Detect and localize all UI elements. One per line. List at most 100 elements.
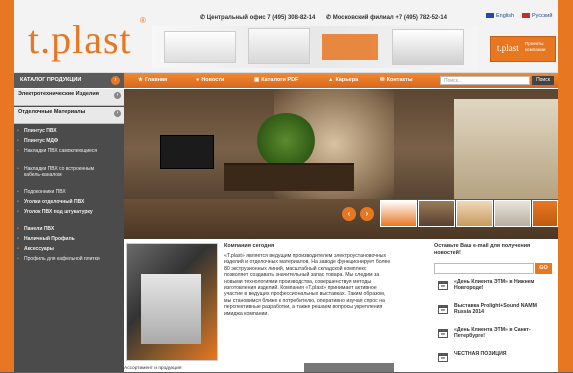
slider-thumbnail[interactable]: [418, 200, 455, 227]
sidebar-item[interactable]: • Накладки ПВХ самоклеющиеся: [14, 148, 104, 154]
bullet-icon: •: [17, 166, 19, 172]
search-button[interactable]: Поиск: [532, 76, 554, 85]
logo[interactable]: t.plast ®: [22, 8, 146, 68]
product-image: [248, 28, 310, 64]
sidebar-item-label[interactable]: Подоконники ПВХ: [24, 189, 66, 195]
lang-english-label[interactable]: English: [496, 13, 514, 19]
calendar-icon: [438, 305, 448, 314]
news-item-text[interactable]: «День Клиента ЭТМ» в Санкт-Петербурге!: [454, 327, 554, 340]
site-header: t.plast ® ✆ Центральный офис 7 (495) 308…: [14, 0, 558, 73]
sidebar-item[interactable]: • Плинтус ПВХ: [14, 128, 124, 134]
sidebar-item-label[interactable]: Профиль для кафельной плитки: [24, 256, 100, 262]
lang-english[interactable]: English: [486, 13, 514, 19]
phone-central-text: Центральный офис 7 (495) 308-82-14: [206, 15, 316, 21]
bullet-icon: •: [17, 256, 19, 262]
nav-home-label[interactable]: Главная: [145, 77, 167, 83]
nav-career-label[interactable]: Карьера: [335, 77, 358, 83]
registered-mark: ®: [140, 16, 146, 25]
pdf-icon: ▣: [254, 77, 260, 83]
sidebar-item[interactable]: • Профиль для кафельной плитки: [14, 256, 104, 262]
slider-next-arrow-icon[interactable]: ›: [360, 207, 374, 221]
hero-slider: ‹ ›: [124, 89, 558, 239]
bullet-icon: •: [17, 138, 19, 144]
news-item[interactable]: Выставка Prolight+Sound NAMM Russia 2014: [436, 303, 556, 325]
nav-catalogs-label[interactable]: Каталоги PDF: [261, 77, 298, 83]
news-item-text[interactable]: «День Клиента ЭТМ» в Нижнем Новгороде!: [454, 279, 554, 292]
hero-image-plant: [256, 113, 316, 168]
sidebar-item-label[interactable]: Уголки отделочный ПВХ: [24, 199, 84, 205]
contacts-icon: ✉: [380, 77, 385, 83]
sidebar-item[interactable]: • Накладки ПВХ со встроенным кабель-канал…: [14, 166, 104, 178]
sidebar-item[interactable]: • Наличный Профиль: [14, 236, 124, 242]
chevron-right-icon[interactable]: ›: [114, 92, 121, 99]
slider-thumbnail[interactable]: [456, 200, 493, 227]
company-title: Компания сегодня: [224, 243, 275, 249]
logo-text[interactable]: t.plast: [28, 16, 132, 63]
company-photo: [126, 243, 218, 361]
sidebar-item[interactable]: • Уголки отделочный ПВХ: [14, 199, 124, 205]
slider-thumbnail[interactable]: [494, 200, 531, 227]
nav-contacts-label[interactable]: Контакты: [387, 77, 413, 83]
sidebar-item-label[interactable]: Накладки ПВХ со встроенным кабель-канало…: [24, 166, 94, 178]
nav-item-career[interactable]: ▲ Карьера: [328, 73, 358, 88]
sidebar-item[interactable]: • Панели ПВХ: [14, 226, 124, 232]
news-item[interactable]: ЧЕСТНАЯ ПОЗИЦИЯ: [436, 351, 556, 373]
email-field[interactable]: [434, 263, 534, 274]
bullet-icon: •: [17, 189, 19, 195]
hero-image-cabinet: [224, 163, 354, 191]
nav-item-contacts[interactable]: ✉ Контакты: [380, 73, 413, 88]
assortment-image: [304, 363, 394, 372]
catalog-menu-button[interactable]: КАТАЛОГ ПРОДУКЦИИ ›: [14, 73, 124, 88]
sidebar-item[interactable]: • Плинтус МДФ: [14, 138, 124, 144]
hero-image-tv: [160, 135, 214, 169]
sidebar-head-electro-label[interactable]: Электротехнические Изделия: [18, 91, 99, 97]
chevron-down-icon[interactable]: ›: [114, 110, 121, 117]
sidebar-item-label[interactable]: Панели ПВХ: [24, 226, 54, 232]
subscribe-button[interactable]: GO: [535, 263, 552, 274]
sidebar-item[interactable]: • Аксессуары: [14, 246, 124, 252]
nav-item-news[interactable]: ● Новости: [196, 73, 224, 88]
ru-flag-icon: [522, 13, 530, 19]
lang-russian-label[interactable]: Русский: [532, 13, 552, 19]
bullet-icon: •: [17, 199, 19, 205]
product-image: [164, 31, 236, 63]
nav-news-label[interactable]: Новости: [201, 77, 224, 83]
main-content: Компания сегодня «T.plast» является веду…: [124, 239, 558, 372]
news-item[interactable]: «День Клиента ЭТМ» в Санкт-Петербурге!: [436, 327, 556, 349]
sidebar: Электротехнические Изделия › Отделочные …: [14, 89, 124, 372]
hero-image-window: [454, 99, 558, 199]
phone-icon: ✆: [200, 15, 207, 21]
calendar-icon: [438, 281, 448, 290]
slider-thumbnail[interactable]: [380, 200, 417, 227]
search-input[interactable]: Поиск...: [440, 76, 530, 85]
sidebar-item-label[interactable]: Накладки ПВХ самоклеющиеся: [24, 148, 97, 154]
sidebar-item-label[interactable]: Плинтус МДФ: [24, 138, 58, 144]
sidebar-item-label[interactable]: Наличный Профиль: [24, 236, 75, 242]
sidebar-head-finishing-label[interactable]: Отделочные Материалы: [18, 109, 85, 115]
news-item-text[interactable]: ЧЕСТНАЯ ПОЗИЦИЯ: [454, 351, 554, 357]
nav-item-catalogs[interactable]: ▣ Каталоги PDF: [254, 73, 298, 88]
nav-item-home[interactable]: ★ Главная: [138, 73, 167, 88]
right-column: Оставьте Ваш e-mail для получения новост…: [432, 239, 558, 372]
lang-russian[interactable]: Русский: [522, 13, 552, 19]
uk-flag-icon: [486, 13, 494, 19]
sidebar-item-label[interactable]: Уголок ПВХ под штукатурку: [24, 209, 93, 215]
career-icon: ▲: [328, 77, 334, 83]
news-item-text[interactable]: Выставка Prolight+Sound NAMM Russia 2014: [454, 303, 554, 316]
sidebar-item[interactable]: • Подоконники ПВХ: [14, 189, 124, 195]
sidebar-head-electro[interactable]: Электротехнические Изделия ›: [14, 89, 124, 106]
slider-thumbnail[interactable]: [532, 200, 558, 227]
sidebar-item-label[interactable]: Плинтус ПВХ: [24, 128, 57, 134]
news-item[interactable]: «День Клиента ЭТМ» в Нижнем Новгороде!: [436, 279, 556, 301]
sidebar-item[interactable]: • Уголок ПВХ под штукатурку: [14, 209, 104, 215]
phone-icon: ✆: [326, 15, 333, 21]
catalog-label[interactable]: КАТАЛОГ ПРОДУКЦИИ: [20, 77, 81, 83]
sidebar-item-label[interactable]: Аксессуары: [24, 246, 54, 252]
promo-text: Проекты компании: [525, 41, 546, 52]
slider-prev-arrow-icon[interactable]: ‹: [342, 207, 356, 221]
product-image: [392, 29, 464, 65]
promo-banner[interactable]: t.plast Проекты компании: [490, 36, 556, 62]
photo-stand: [141, 274, 201, 344]
chevron-down-icon[interactable]: ›: [111, 76, 120, 85]
sidebar-head-finishing[interactable]: Отделочные Материалы ›: [14, 107, 124, 124]
